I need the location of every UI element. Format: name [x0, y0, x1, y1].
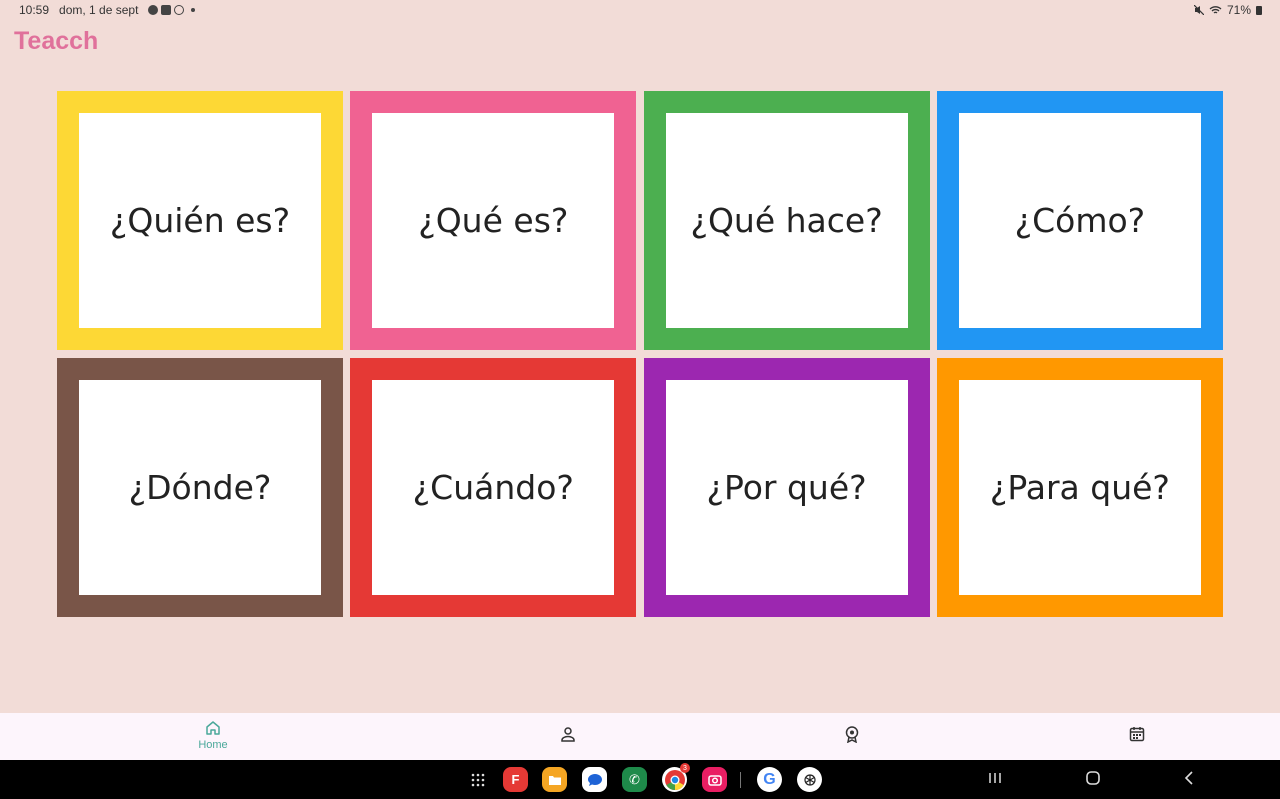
card-que-hace[interactable]: ¿Qué hace?: [643, 91, 930, 350]
google-icon[interactable]: G: [757, 767, 782, 792]
card-label: ¿Cómo?: [1014, 201, 1146, 240]
card-quien[interactable]: ¿Quién es?: [57, 91, 343, 350]
nav-awards[interactable]: [812, 725, 892, 743]
chrome-icon[interactable]: 3: [662, 763, 690, 792]
card-inner: ¿Por qué?: [665, 380, 908, 595]
more-notifications-icon: [191, 8, 196, 12]
files-icon[interactable]: [542, 767, 567, 792]
card-donde[interactable]: ¿Dónde?: [57, 358, 343, 617]
card-label: ¿Dónde?: [128, 468, 272, 507]
recent-apps-button[interactable]: [988, 770, 1002, 791]
battery-icon: [1256, 5, 1262, 15]
card-que[interactable]: ¿Qué es?: [350, 91, 637, 350]
notification-icons: [148, 5, 196, 15]
back-button[interactable]: [1182, 770, 1196, 791]
bottom-navigation: Home: [0, 713, 1280, 760]
wifi-icon: [1209, 6, 1222, 14]
home-icon: [206, 721, 220, 735]
chrome-badge: 3: [680, 763, 690, 773]
status-date: dom, 1 de sept: [59, 3, 139, 17]
card-inner: ¿Cuándo?: [372, 380, 615, 595]
card-label: ¿Quién es?: [109, 201, 291, 240]
status-left: 10:59 dom, 1 de sept: [19, 3, 196, 17]
card-label: ¿Cuándo?: [412, 468, 574, 507]
status-time: 10:59: [19, 3, 50, 17]
status-right: 71%: [1193, 3, 1262, 17]
dock-separator: [740, 772, 741, 788]
card-por-que[interactable]: ¿Por qué?: [643, 358, 930, 617]
person-icon: [561, 727, 575, 742]
card-inner: ¿Dónde?: [79, 380, 321, 595]
nav-calendar[interactable]: [1097, 725, 1177, 743]
card-inner: ¿Qué es?: [372, 113, 615, 328]
battery-percent: 71%: [1226, 3, 1251, 17]
chatgpt-icon[interactable]: [797, 767, 822, 792]
mute-icon: [1193, 5, 1204, 15]
award-icon: [845, 726, 859, 743]
card-label: ¿Para qué?: [989, 468, 1170, 507]
system-navigation-bar: F ✆ 3 G: [0, 760, 1280, 799]
messages-icon[interactable]: [582, 767, 607, 792]
card-para-que[interactable]: ¿Para qué?: [936, 358, 1223, 617]
app-title: Teacch: [14, 27, 99, 55]
nav-home[interactable]: Home: [173, 719, 253, 751]
question-grid: ¿Quién es? ¿Qué es? ¿Qué hace? ¿Cómo? ¿D…: [57, 91, 1223, 618]
card-label: ¿Qué hace?: [690, 201, 883, 240]
card-inner: ¿Quién es?: [79, 113, 321, 328]
flipboard-icon[interactable]: F: [503, 767, 528, 792]
weather-icon: [148, 5, 159, 15]
card-inner: ¿Qué hace?: [665, 113, 908, 328]
calendar-icon: [1129, 727, 1145, 742]
status-bar: 10:59 dom, 1 de sept 71%: [0, 0, 1280, 20]
nav-home-label: Home: [198, 739, 228, 751]
camera-icon[interactable]: [702, 767, 727, 792]
facebook-icon: [161, 5, 172, 15]
nav-profile[interactable]: [528, 725, 608, 743]
card-cuando[interactable]: ¿Cuándo?: [350, 358, 637, 617]
card-inner: ¿Cómo?: [958, 113, 1201, 328]
apps-grid-icon[interactable]: [465, 767, 490, 792]
card-label: ¿Por qué?: [706, 468, 867, 507]
home-button[interactable]: [1085, 770, 1101, 791]
card-inner: ¿Para qué?: [958, 380, 1201, 595]
b-icon: [174, 5, 185, 15]
card-label: ¿Qué es?: [418, 201, 569, 240]
card-como[interactable]: ¿Cómo?: [936, 91, 1223, 350]
phone-icon[interactable]: ✆: [622, 767, 647, 792]
